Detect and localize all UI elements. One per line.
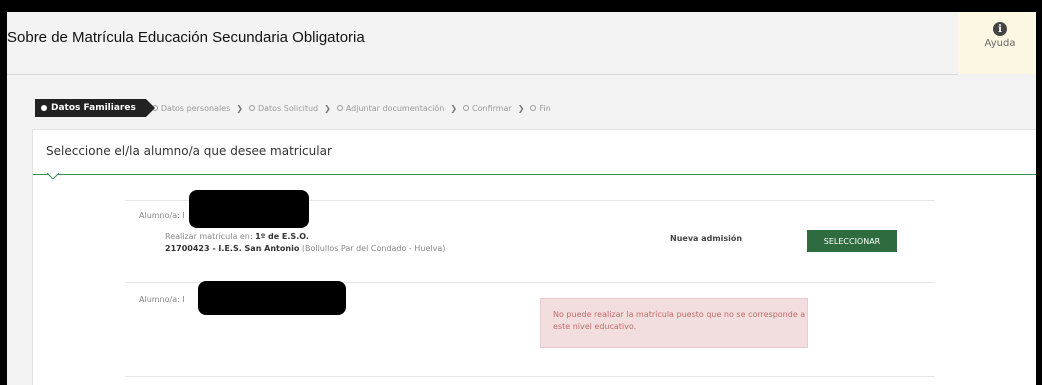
page-title: Sobre de Matrícula Educación Secundaria … [7, 29, 365, 46]
chevron-right-icon: ❯ [517, 103, 525, 113]
step-label: Adjuntar documentación [345, 103, 445, 113]
step-label: Datos Solicitud [257, 103, 319, 113]
step-datos-familiares[interactable]: Datos Familiares [35, 99, 155, 117]
matricula-prefix: Realizar matrícula en: [165, 232, 253, 241]
step-label: Datos Familiares [51, 103, 136, 113]
step-confirmar[interactable]: Confirmar ❯ [463, 104, 524, 113]
student-label: Alumno/a: I [139, 295, 185, 304]
redacted-name [189, 190, 309, 228]
caret-down-icon [47, 173, 59, 179]
student-label: Alumno/a: I [139, 211, 185, 220]
wizard-steps: Datos Familiares Datos personales ❯ Dato… [35, 98, 551, 118]
step-label: Confirmar [472, 103, 512, 113]
page: Sobre de Matrícula Educación Secundaria … [7, 12, 1042, 385]
step-label: Fin [539, 103, 551, 113]
chevron-right-icon: ❯ [450, 103, 458, 113]
step-label: Datos personales [160, 103, 231, 113]
top-bar: Sobre de Matrícula Educación Secundaria … [7, 12, 1042, 74]
redacted-name [198, 281, 346, 315]
step-dot-icon [41, 105, 47, 111]
card-title: Seleccione el/la alumno/a que desee matr… [46, 144, 332, 158]
matricula-line: Realizar matrícula en: 1º de E.S.O. [165, 232, 309, 241]
info-icon: i [993, 22, 1007, 36]
step-dot-icon [463, 105, 470, 111]
chevron-right-icon: ❯ [324, 103, 331, 113]
step-adjuntar-documentacion[interactable]: Adjuntar documentación ❯ [336, 103, 458, 113]
step-fin[interactable]: Fin [530, 103, 551, 113]
centro-code: 21700423 - I.E.S. San Antonio [165, 244, 300, 253]
step-datos-personales[interactable]: Datos personales ❯ [151, 103, 243, 113]
centro-line: 21700423 - I.E.S. San Antonio (Bollullos… [165, 244, 445, 253]
selection-card: Seleccione el/la alumno/a que desee matr… [32, 129, 1040, 385]
error-alert: No puede realizar la matrícula puesto qu… [540, 298, 808, 348]
select-button[interactable]: SELECCIONAR [807, 230, 897, 252]
step-dot-icon [336, 105, 343, 111]
student-list: Alumno/a: I Realizar matrícula en: 1º de… [125, 190, 935, 377]
list-item: Alumno/a: I Realizar matrícula en: 1º de… [125, 190, 935, 283]
step-datos-solicitud[interactable]: Datos Solicitud ❯ [248, 103, 331, 113]
curso: 1º de E.S.O. [255, 232, 309, 241]
help-button[interactable]: i Ayuda [958, 12, 1042, 74]
centro-location: (Bollullos Par del Condado - Huelva) [301, 244, 446, 253]
frame-border [1036, 12, 1042, 385]
list-item: Alumno/a: I No puede realizar la matrícu… [125, 281, 935, 377]
divider [7, 74, 958, 75]
step-dot-icon [248, 105, 255, 111]
card-header: Seleccione el/la alumno/a que desee matr… [33, 130, 1039, 179]
chevron-right-icon: ❯ [236, 103, 243, 113]
step-dot-icon [530, 105, 537, 111]
status-label: Nueva admisión [670, 234, 743, 243]
help-label: Ayuda [984, 38, 1016, 49]
